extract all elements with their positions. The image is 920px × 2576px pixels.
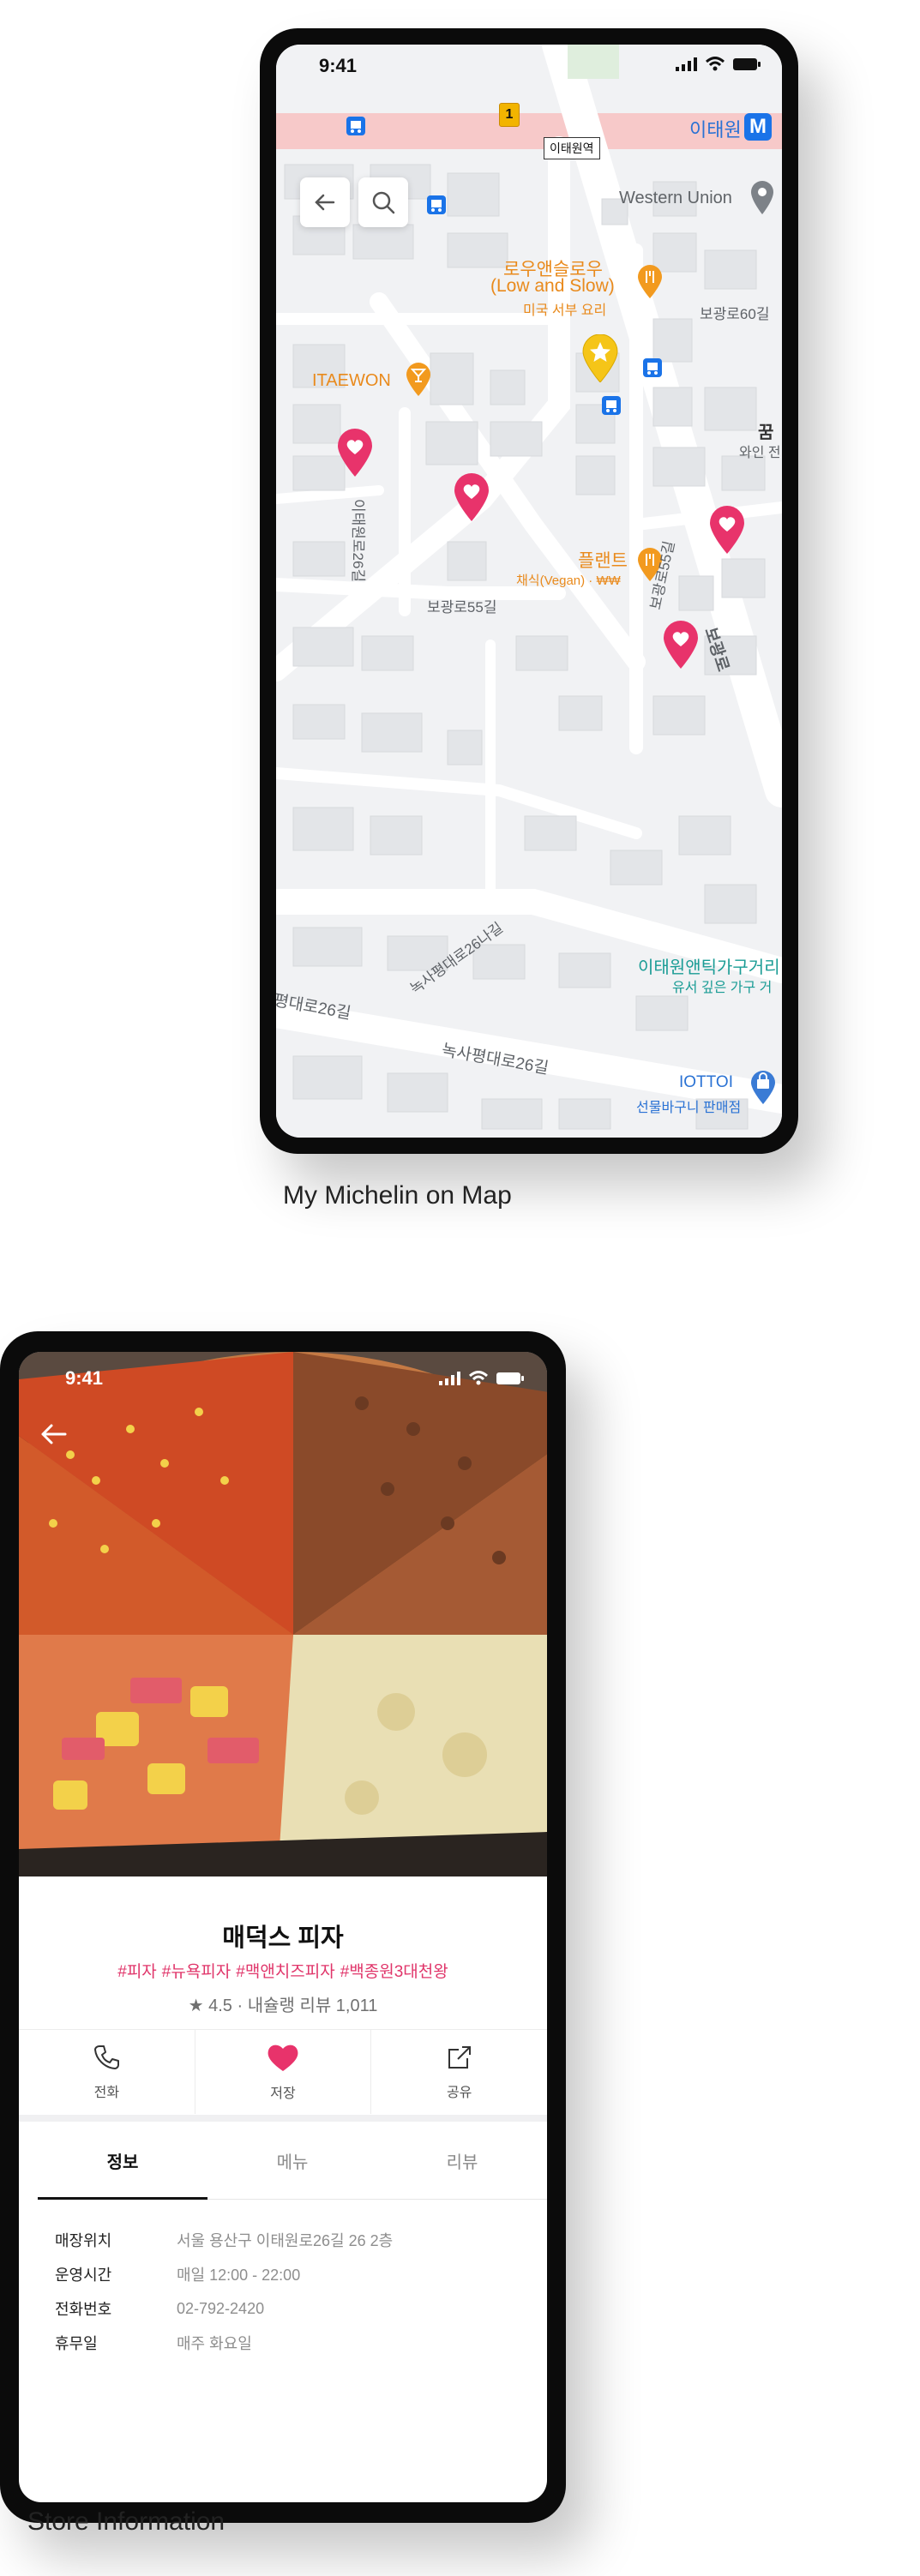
poi-iottoi-sub: 선물바구니 판매점: [636, 1101, 742, 1115]
info-value: 매주 화요일: [177, 2335, 252, 2352]
store-tabs: 정보 메뉴 리뷰: [38, 2122, 547, 2200]
bus-stop-icon[interactable]: [643, 358, 662, 377]
poi-plant[interactable]: 플랜트: [578, 547, 628, 573]
status-icons: [676, 57, 761, 72]
rating-summary: ★ 4.5 · 내슐랭 리뷰 1,011: [188, 1997, 378, 2015]
bar-icon[interactable]: [405, 362, 432, 396]
station-name: 이태원: [689, 119, 742, 141]
poi-antique-street-sub: 유서 깊은 가구 거: [672, 981, 773, 995]
info-key: 휴무일: [55, 2335, 98, 2352]
tab-review[interactable]: 리뷰: [377, 2122, 547, 2199]
store-screen: 9:41 매덕스 피자 #피자 #뉴욕피자 #맥앤치즈피자 #백종원3대천왕 ★ 4.…: [19, 1352, 547, 2502]
caption-store: Store Information: [27, 2507, 225, 2536]
info-key: 매장위치: [55, 2232, 112, 2249]
back-arrow-icon[interactable]: [36, 1417, 70, 1451]
info-row-phone: 전화번호 02-792-2420: [55, 2291, 393, 2326]
road-label-itaewon26: 이태원로26길: [350, 499, 366, 583]
status-bar: 9:41: [276, 45, 782, 79]
share-label: 공유: [446, 2086, 472, 2100]
signal-icon: [676, 57, 697, 71]
heart-pin-icon[interactable]: [708, 506, 746, 554]
search-icon: [372, 191, 395, 214]
save-label: 저장: [270, 2087, 296, 2101]
battery-icon: [496, 1372, 524, 1384]
station-label: 이태원역: [544, 137, 600, 159]
status-icons: [439, 1371, 525, 1386]
info-value[interactable]: 02-792-2420: [177, 2300, 264, 2318]
info-value[interactable]: 서울 용산구 이태원로26길 26 2층: [177, 2229, 393, 2251]
share-icon: [448, 2046, 471, 2069]
share-button[interactable]: 공유: [371, 2030, 547, 2114]
tag[interactable]: #백종원3대천왕: [340, 1963, 448, 1981]
poi-western-union[interactable]: Western Union: [619, 189, 732, 208]
info-row-closed: 휴무일 매주 화요일: [55, 2326, 393, 2360]
info-row-location: 매장위치 서울 용산구 이태원로26길 26 2층: [55, 2223, 393, 2257]
wifi-icon: [468, 1371, 489, 1385]
poi-kkum[interactable]: 꿈: [758, 418, 773, 443]
exit-badge: 1: [499, 103, 520, 127]
tag[interactable]: #피자: [117, 1963, 157, 1981]
call-label: 전화: [93, 2086, 120, 2100]
phone-frame-store: 9:41 매덕스 피자 #피자 #뉴욕피자 #맥앤치즈피자 #백종원3대천왕 ★ 4.…: [0, 1331, 566, 2523]
restaurant-icon[interactable]: [636, 264, 664, 298]
search-button[interactable]: [358, 177, 408, 227]
location-pin-icon[interactable]: [749, 180, 775, 214]
phone-icon: [94, 2045, 120, 2069]
battery-icon: [733, 58, 761, 70]
signal-icon: [439, 1372, 460, 1385]
poi-low-and-slow-en: (Low and Slow): [490, 276, 615, 296]
poi-iottoi[interactable]: IOTTOI: [679, 1073, 733, 1092]
poi-kkum-sub: 와인 전: [739, 446, 781, 460]
status-bar: 9:41: [19, 1352, 547, 1390]
status-time: 9:41: [65, 1367, 104, 1389]
shopping-bag-icon[interactable]: [749, 1070, 777, 1104]
tag[interactable]: #뉴욕피자: [162, 1963, 232, 1981]
bus-stop-icon[interactable]: [427, 195, 446, 214]
action-bar: 전화 저장 공유: [19, 2029, 547, 2114]
phone-frame-map: 9:41 1 이태원역 이태원 M Western Union 로우앤슬로우 (…: [260, 28, 798, 1154]
metro-icon: M: [744, 113, 772, 141]
poi-itaewon[interactable]: ITAEWON: [312, 371, 391, 391]
call-button[interactable]: 전화: [19, 2030, 195, 2114]
store-name: 매덕스 피자: [222, 1924, 344, 1952]
road-label-bogwang60: 보광로60길: [700, 306, 770, 322]
bus-stop-icon[interactable]: [346, 117, 365, 135]
heart-pin-icon[interactable]: [662, 621, 700, 669]
caption-map: My Michelin on Map: [283, 1181, 512, 1210]
heart-pin-icon[interactable]: [453, 473, 490, 521]
back-arrow-icon: [315, 194, 335, 211]
poi-plant-sub: 채식(Vegan) · ₩₩: [516, 573, 621, 588]
save-button[interactable]: 저장: [195, 2030, 372, 2114]
poi-low-and-slow-sub: 미국 서부 요리: [523, 303, 607, 318]
tag[interactable]: #맥앤치즈피자: [236, 1963, 334, 1981]
road-label-bogwang55: 보광로55길: [427, 599, 497, 615]
heart-icon: [268, 2045, 298, 2071]
store-photo: [19, 1352, 547, 1876]
info-row-hours: 운영시간 매일 12:00 - 22:00: [55, 2257, 393, 2291]
tab-info[interactable]: 정보: [38, 2122, 207, 2200]
poi-antique-street[interactable]: 이태원앤틱가구거리: [638, 953, 780, 978]
store-tags: #피자 #뉴욕피자 #맥앤치즈피자 #백종원3대천왕: [19, 1959, 547, 1982]
bus-stop-icon[interactable]: [602, 396, 621, 415]
wifi-icon: [705, 57, 725, 71]
store-info-list: 매장위치 서울 용산구 이태원로26길 26 2층 운영시간 매일 12:00 …: [55, 2223, 393, 2360]
tab-menu[interactable]: 메뉴: [207, 2122, 377, 2199]
status-time: 9:41: [319, 55, 358, 76]
heart-pin-icon[interactable]: [336, 429, 374, 477]
section-divider: [19, 2115, 547, 2122]
info-key: 전화번호: [55, 2301, 112, 2318]
info-key: 운영시간: [55, 2267, 112, 2284]
map-screen: 9:41 1 이태원역 이태원 M Western Union 로우앤슬로우 (…: [276, 45, 782, 1138]
info-value: 매일 12:00 - 22:00: [177, 2267, 301, 2284]
back-button[interactable]: [300, 177, 350, 227]
star-pin-icon[interactable]: [581, 334, 619, 382]
